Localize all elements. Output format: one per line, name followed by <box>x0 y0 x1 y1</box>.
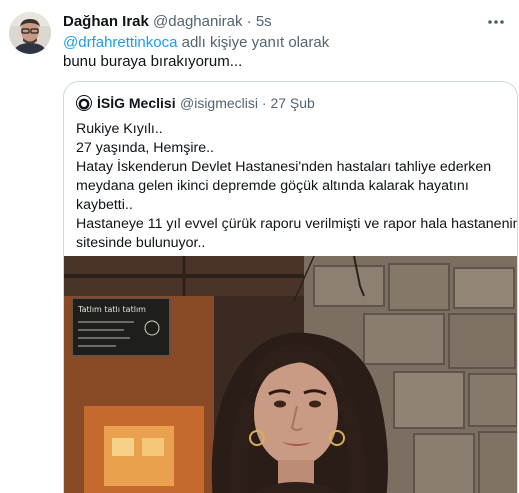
tweet-header: Dağhan Irak @daghanirak · 5s <box>63 12 509 32</box>
quoted-author-name: İSİG Meclisi <box>97 95 176 111</box>
chalkboard-text: Tatlım tatlı tatlım <box>77 305 146 314</box>
tweet-text: bunu buraya bırakıyorum... <box>63 53 243 70</box>
reply-suffix: adlı kişiye yanıt olarak <box>177 34 330 51</box>
quoted-tweet[interactable]: İSİG Meclisi @isigmeclisi · 27 Şub Rukiy… <box>63 81 518 493</box>
quoted-text-line: Hatay İskenderun Devlet Hastanesi'nden h… <box>76 159 492 175</box>
quoted-author-handle: @isigmeclisi <box>180 95 258 111</box>
quoted-separator-dot: · <box>261 95 267 111</box>
quoted-text-line: Rukiye Kıyılı.. <box>76 121 163 137</box>
chalkboard-sign: Tatlım tatlı tatlım <box>71 297 171 357</box>
tweet-time[interactable]: 5s <box>256 13 272 30</box>
quoted-tweet-photo[interactable]: Tatlım tatlı tatlım <box>64 256 517 493</box>
circle-logo-icon <box>78 98 90 110</box>
quoted-author-avatar <box>76 95 92 111</box>
quoted-text-line: kaybetti.. <box>76 197 133 213</box>
more-options-button[interactable] <box>483 12 509 32</box>
quoted-text-line: meydana gelen ikinci depremde göçük altı… <box>76 178 469 194</box>
quoted-tweet-text: Rukiye Kıyılı.. 27 yaşında, Hemşire.. Ha… <box>76 120 518 253</box>
quoted-date: 27 Şub <box>270 95 315 111</box>
author-name[interactable]: Dağhan Irak <box>63 13 149 30</box>
quoted-text-line: sitesinde bulunuyor.. <box>76 235 206 251</box>
more-horizontal-icon <box>488 20 504 24</box>
quoted-text-line: 27 yaşında, Hemşire.. <box>76 140 214 156</box>
author-avatar[interactable] <box>9 12 51 54</box>
quoted-text-line: Hastaneye 11 yıl evvel çürük raporu veri… <box>76 216 518 232</box>
avatar-photo <box>9 12 51 54</box>
photo-woman-in-cafe: Tatlım tatlı tatlım <box>64 256 517 493</box>
reply-context: @drfahrettinkoca adlı kişiye yanıt olara… <box>63 33 329 52</box>
quoted-author-meta: @isigmeclisi · 27 Şub <box>180 93 315 113</box>
author-handle[interactable]: @daghanirak <box>153 13 242 30</box>
separator-dot: · <box>246 13 252 30</box>
tweet[interactable]: Dağhan Irak @daghanirak · 5s @drfahretti… <box>0 0 519 493</box>
reply-mention-link[interactable]: @drfahrettinkoca <box>63 34 177 51</box>
